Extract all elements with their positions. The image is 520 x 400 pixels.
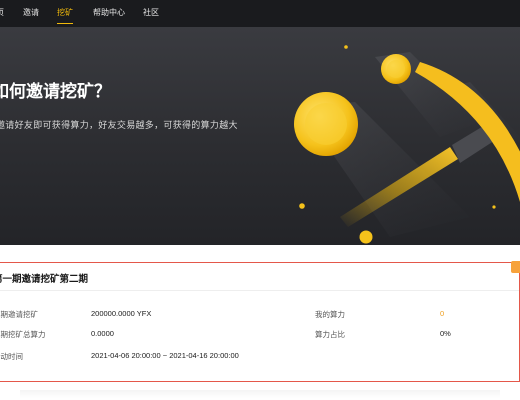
card-title: 第一期邀请挖矿第二期 (0, 274, 89, 285)
reward-pool-label: 本期邀请挖矿 (0, 310, 38, 319)
activity-time-value: 2021-04-06 20:00:00 ~ 2021-04-16 20:00:0… (91, 351, 239, 360)
activity-time-label: 活动时间 (0, 352, 23, 361)
section-shadow (20, 390, 500, 398)
card-divider (0, 290, 519, 291)
reward-pool-value: 200000.0000 YFX (91, 309, 152, 318)
top-nav: 首页 邀请 挖矿 帮助中心 社区 (0, 0, 520, 27)
my-hashrate-value: 0 (440, 309, 445, 318)
nav-item-mining[interactable]: 挖矿 (57, 0, 73, 27)
total-hashrate-label: 本期挖矿总算力 (0, 330, 46, 339)
nav-item-help-center[interactable]: 帮助中心 (93, 0, 125, 27)
hero-banner: 如何邀请挖矿？ 邀请好友即可获得算力，好友交易越多，可获得的算力越大 (0, 27, 520, 245)
corner-tag (511, 261, 520, 273)
hashrate-share-value: 0% (440, 329, 451, 338)
nav-item-invite[interactable]: 邀请 (23, 0, 39, 27)
my-hashrate-label: 我的算力 (315, 310, 345, 319)
hero-illustration (294, 45, 520, 244)
hero-title: 如何邀请挖矿？ (0, 82, 111, 101)
total-hashrate-value: 0.0000 (91, 329, 114, 338)
nav-item-home[interactable]: 首页 (0, 0, 4, 27)
nav-item-community[interactable]: 社区 (143, 0, 159, 27)
mining-info-card: 第一期邀请挖矿第二期 本期邀请挖矿 200000.0000 YFX 本期挖矿总算… (0, 262, 520, 382)
hashrate-share-label: 算力占比 (315, 330, 345, 339)
hero-subtitle: 邀请好友即可获得算力，好友交易越多，可获得的算力越大 (0, 120, 238, 130)
